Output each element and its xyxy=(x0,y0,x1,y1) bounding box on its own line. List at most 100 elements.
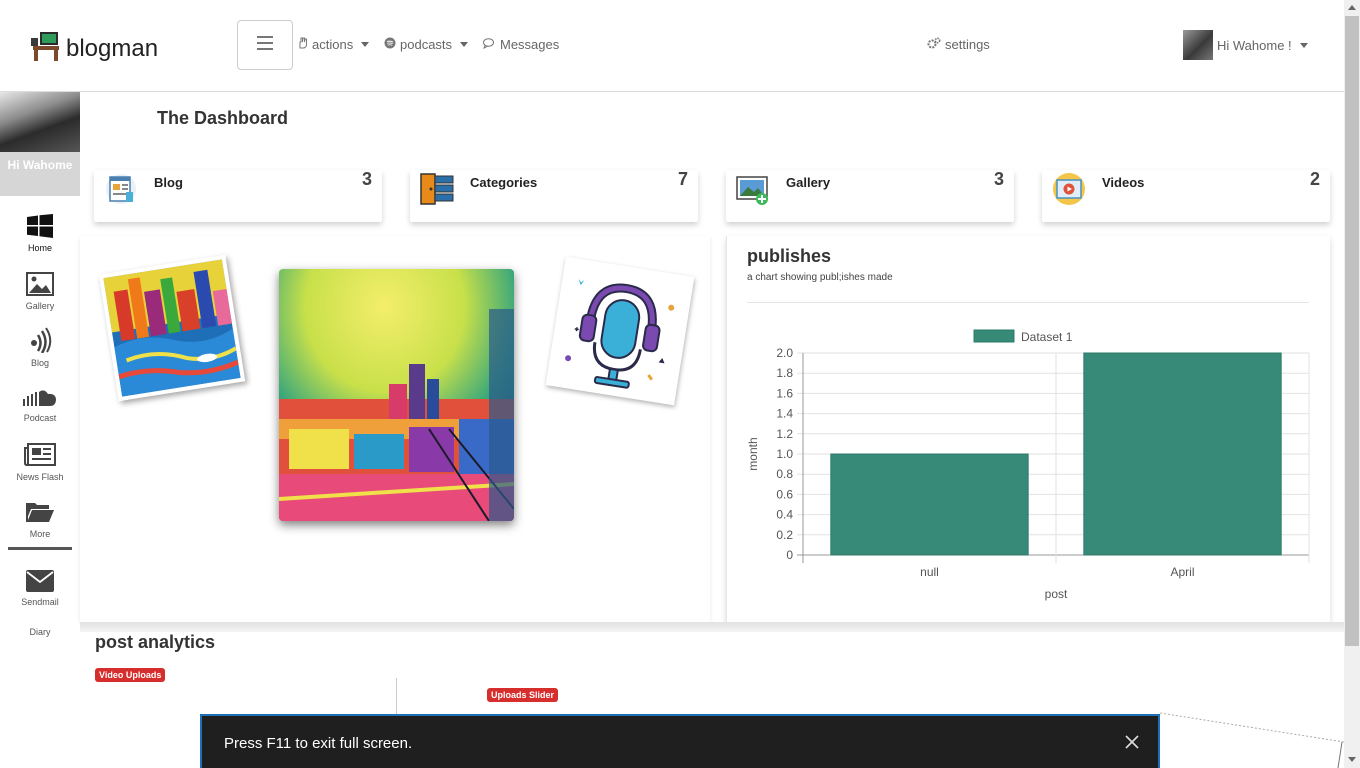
dashed-line xyxy=(1160,712,1344,768)
sidebar-item-label: Diary xyxy=(29,627,51,637)
menu-toggle-button[interactable] xyxy=(237,20,293,70)
sidebar-item-news-flash[interactable]: News Flash xyxy=(0,443,80,482)
video-uploads-badge: Video Uploads xyxy=(95,668,166,682)
top-navbar: blogman actions podcasts Messages settin… xyxy=(0,0,1344,92)
stat-card-count: 3 xyxy=(361,169,372,189)
sidebar-item-label: More xyxy=(29,529,51,539)
y-tick-label: 1.0 xyxy=(776,447,793,461)
stat-card-count: 7 xyxy=(677,169,688,189)
legend-label: Dataset 1 xyxy=(1021,330,1073,344)
categories-icon xyxy=(420,172,454,211)
scroll-up-icon[interactable] xyxy=(1348,5,1356,10)
y-tick-label: 0.4 xyxy=(776,508,793,522)
stat-card-label: Gallery xyxy=(786,175,831,190)
x-tick-label: null xyxy=(920,565,939,579)
y-tick-label: 0.6 xyxy=(776,487,793,501)
y-tick-label: 0 xyxy=(786,548,793,562)
gallery-image-microphone[interactable] xyxy=(545,256,695,406)
chart-panel: publishes a chart showing publ;ishes mad… xyxy=(726,236,1330,622)
chevron-down-icon xyxy=(1299,42,1308,48)
hamburger-icon xyxy=(257,35,273,55)
stat-card-blog[interactable]: Blog 3 xyxy=(94,169,382,222)
nav-actions[interactable]: actions xyxy=(298,37,370,52)
audio-wave-icon xyxy=(0,327,80,355)
soundcloud-icon xyxy=(0,388,80,410)
sidebar-item-sendmail[interactable]: Sendmail xyxy=(0,570,80,607)
hand-icon xyxy=(298,37,308,52)
nav-podcasts-label: podcasts xyxy=(400,37,453,52)
legend-swatch xyxy=(973,329,1015,343)
nav-messages[interactable]: Messages xyxy=(483,37,559,52)
blog-icon xyxy=(104,172,138,211)
brand[interactable]: blogman xyxy=(30,30,158,67)
stat-card-gallery[interactable]: Gallery 3 xyxy=(726,169,1014,222)
gallery-panel xyxy=(80,236,710,622)
windows-icon xyxy=(0,214,80,240)
sidebar-divider xyxy=(8,547,72,550)
stat-card-count: 2 xyxy=(1309,169,1320,189)
user-greeting: Hi Wahome ! xyxy=(1217,37,1292,53)
desk-computer-icon xyxy=(30,30,62,67)
nav-podcasts[interactable]: podcasts xyxy=(384,37,469,52)
brand-name: blogman xyxy=(66,34,159,62)
gears-icon xyxy=(927,37,941,52)
fullscreen-notice-text: Press F11 to exit full screen. xyxy=(224,735,413,752)
y-tick-label: 1.6 xyxy=(776,386,793,400)
add-image-icon xyxy=(736,172,770,211)
section-title: post analytics xyxy=(95,632,216,652)
stat-card-videos[interactable]: Videos 2 xyxy=(1042,169,1330,222)
divider xyxy=(396,678,397,718)
sidebar-item-home[interactable]: Home xyxy=(0,214,80,253)
user-menu[interactable]: Hi Wahome ! xyxy=(1183,30,1308,60)
sidebar-item-label: Sendmail xyxy=(21,597,59,607)
sidebar-item-podcast[interactable]: Podcast xyxy=(0,388,80,423)
stat-card-categories[interactable]: Categories 7 xyxy=(410,169,698,222)
stat-card-label: Blog xyxy=(154,175,183,190)
nav-messages-label: Messages xyxy=(500,37,560,52)
spotify-icon xyxy=(384,37,396,52)
scrollbar[interactable] xyxy=(1344,0,1360,768)
scrollbar-thumb[interactable] xyxy=(1345,16,1359,646)
sidebar-item-label: Blog xyxy=(30,358,49,368)
chevron-down-icon xyxy=(361,42,370,47)
y-tick-label: 0.2 xyxy=(776,528,793,542)
sidebar-item-label: Gallery xyxy=(25,301,55,311)
gallery-image-city[interactable] xyxy=(279,269,514,521)
sidebar-item-blog[interactable]: Blog xyxy=(0,327,80,368)
sidebar-item-label: Home xyxy=(27,243,52,253)
stat-card-label: Videos xyxy=(1102,175,1145,190)
image-icon xyxy=(0,272,80,298)
y-tick-label: 1.2 xyxy=(776,427,793,441)
scroll-down-icon[interactable] xyxy=(1348,757,1356,762)
newspaper-icon xyxy=(0,443,80,469)
sidebar-item-diary[interactable]: Diary xyxy=(0,627,80,637)
x-axis-label: post xyxy=(1045,587,1068,601)
sidebar-item-label: Podcast xyxy=(23,413,57,423)
sidebar-item-more[interactable]: More xyxy=(0,500,80,539)
bar-null xyxy=(830,453,1029,556)
fullscreen-notice: Press F11 to exit full screen. xyxy=(200,714,1160,768)
nav-actions-label: actions xyxy=(312,37,354,52)
y-tick-label: 1.8 xyxy=(776,366,793,380)
uploads-slider-badge: Uploads Slider xyxy=(487,688,559,702)
sidebar-greeting: Hi Wahome xyxy=(0,152,80,196)
sidebar: Hi Wahome Home Gallery Blog Podcast News… xyxy=(0,92,80,768)
sidebar-item-label: News Flash xyxy=(16,472,64,482)
y-axis-label: month xyxy=(746,437,760,470)
comments-icon xyxy=(483,37,496,52)
y-tick-label: 1.4 xyxy=(776,407,793,421)
gallery-image-painting[interactable] xyxy=(98,254,246,402)
chevron-down-icon xyxy=(460,42,469,47)
nav-settings[interactable]: settings xyxy=(927,37,990,52)
divider xyxy=(80,622,1344,632)
y-tick-label: 0.8 xyxy=(776,467,793,481)
close-icon[interactable] xyxy=(1122,732,1142,752)
avatar xyxy=(1183,30,1213,60)
x-tick-label: April xyxy=(1170,565,1194,579)
page-title: The Dashboard xyxy=(157,108,289,128)
y-tick-label: 2.0 xyxy=(776,346,793,360)
sidebar-item-gallery[interactable]: Gallery xyxy=(0,272,80,311)
bar-chart: 0 0.2 0.4 0.6 0.8 1.0 1.2 1.4 1.6 1.8 2.0 null April… xyxy=(746,329,1310,601)
nav-settings-label: settings xyxy=(945,37,990,52)
folder-open-icon xyxy=(0,500,80,526)
